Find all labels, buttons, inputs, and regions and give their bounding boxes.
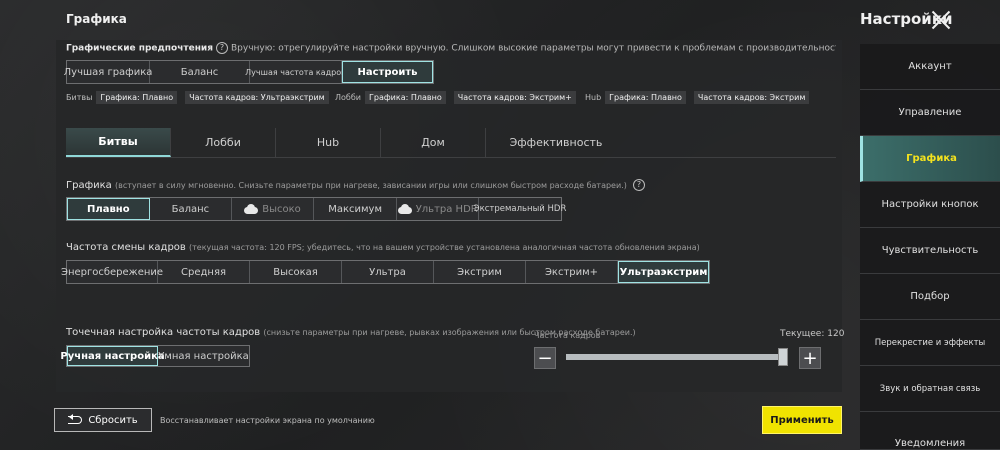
summary-hub-fps: Частота кадров: Экстрим bbox=[693, 91, 810, 104]
increase-button[interactable]: + bbox=[799, 347, 821, 369]
cloud-download-icon bbox=[397, 204, 412, 214]
undo-icon bbox=[68, 414, 83, 424]
page-title: Графика bbox=[66, 12, 127, 26]
fine-tune-label: Точечная настройка частоты кадров bbox=[66, 327, 261, 338]
fps-selector: Энергосбережение Средняя Высокая Ультра … bbox=[61, 260, 710, 284]
graphics-label: Графика bbox=[66, 180, 112, 191]
fps-hint: (текущая частота: 120 FPS; убедитесь, чт… bbox=[189, 243, 700, 252]
fps-slider-thumb[interactable] bbox=[778, 348, 788, 366]
graphics-option-max[interactable]: Максимум bbox=[314, 198, 398, 220]
reset-label: Сбросить bbox=[88, 414, 138, 426]
sidebar-item-controls[interactable]: Управление bbox=[860, 90, 1000, 136]
fps-option-extreme[interactable]: Экстрим bbox=[434, 261, 526, 283]
summary-hub: Hub Графика: Плавно Частота кадров: Экст… bbox=[585, 91, 810, 104]
preset-option-best-fps[interactable]: Лучшая частота кадров bbox=[245, 61, 346, 83]
graphics-option-balance[interactable]: Баланс bbox=[150, 198, 233, 220]
fps-section-label: Частота смены кадров (текущая частота: 1… bbox=[66, 242, 700, 253]
sidebar-item-matchmaking[interactable]: Подбор bbox=[860, 274, 1000, 320]
cloud-download-icon bbox=[244, 204, 259, 214]
settings-sidebar: Аккаунт Управление Графика Настройки кно… bbox=[860, 44, 1000, 450]
graphics-section-label: Графика (вступает в силу мгновенно. Сниз… bbox=[66, 179, 648, 191]
tab-hub[interactable]: Hub bbox=[276, 128, 381, 157]
fine-tune-option-manual[interactable]: Ручная настройка bbox=[60, 346, 165, 366]
fps-slider-track[interactable] bbox=[566, 348, 788, 366]
summary-lobby: Лобби Графика: Плавно Частота кадров: Эк… bbox=[335, 91, 576, 104]
summary-lobby-graphics: Графика: Плавно bbox=[364, 91, 446, 104]
graphics-hint: (вступает в силу мгновенно. Снизьте пара… bbox=[114, 181, 627, 190]
fps-option-medium[interactable]: Средняя bbox=[158, 261, 250, 283]
preset-option-custom[interactable]: Настроить bbox=[342, 61, 433, 83]
help-icon[interactable]: ? bbox=[633, 179, 646, 191]
summary-lobby-label: Лобби bbox=[335, 93, 361, 102]
tab-lobby[interactable]: Лобби bbox=[171, 128, 276, 157]
fine-tune-mode-selector: Ручная настройка Умная настройка bbox=[60, 345, 250, 367]
decrease-button[interactable]: − bbox=[534, 347, 556, 369]
summary-lobby-fps: Частота кадров: Экстрим+ bbox=[453, 91, 576, 104]
summary-hub-label: Hub bbox=[585, 93, 602, 102]
graphics-option-smooth[interactable]: Плавно bbox=[67, 198, 150, 220]
summary-battles-fps: Частота кадров: Ультраэкстрим bbox=[185, 91, 329, 104]
slider-current-value: Текущее: 120 bbox=[780, 329, 845, 339]
tab-efficiency[interactable]: Эффективность bbox=[486, 128, 626, 157]
mode-tabs: Битвы Лобби Hub Дом Эффективность bbox=[66, 128, 836, 158]
summary-battles: Битвы Графика: Плавно Частота кадров: Ул… bbox=[66, 91, 329, 104]
close-icon[interactable] bbox=[929, 8, 953, 32]
sidebar-item-account[interactable]: Аккаунт bbox=[860, 44, 1000, 90]
fps-option-extreme-plus[interactable]: Экстрим+ bbox=[526, 261, 618, 283]
fps-option-ultra[interactable]: Ультра bbox=[342, 261, 434, 283]
graphics-option-extreme-hdr[interactable]: Экстремальный HDR bbox=[474, 198, 567, 220]
fps-option-power-saving[interactable]: Энергосбережение bbox=[61, 261, 163, 283]
graphics-option-high-label: Высоко bbox=[262, 203, 301, 215]
graphics-option-high[interactable]: Высоко bbox=[232, 198, 314, 220]
graphics-option-ultra-hdr[interactable]: Ультра HDR bbox=[397, 198, 480, 220]
graphics-option-ultra-hdr-label: Ультра HDR bbox=[415, 203, 478, 215]
sidebar-item-button-settings[interactable]: Настройки кнопок bbox=[860, 182, 1000, 228]
fps-label: Частота смены кадров bbox=[66, 242, 186, 253]
fps-slider-fill bbox=[566, 354, 783, 360]
tab-battles[interactable]: Битвы bbox=[66, 128, 171, 157]
apply-button[interactable]: Применить bbox=[762, 406, 842, 434]
fine-tune-option-smart[interactable]: Умная настройка bbox=[158, 346, 249, 366]
preset-option-balance[interactable]: Баланс bbox=[150, 61, 250, 83]
help-icon[interactable]: ? bbox=[216, 42, 228, 54]
sidebar-item-graphics[interactable]: Графика bbox=[860, 136, 1000, 182]
reset-description: Восстанавливает настройки экрана по умол… bbox=[160, 416, 375, 425]
summary-battles-graphics: Графика: Плавно bbox=[96, 91, 178, 104]
preset-option-best-graphics[interactable]: Лучшая графика bbox=[64, 61, 152, 83]
preset-selector: Лучшая графика Баланс Лучшая частота кад… bbox=[64, 60, 434, 84]
sidebar-item-notifications[interactable]: Уведомления bbox=[860, 412, 1000, 450]
sidebar-item-audio[interactable]: Звук и обратная связь bbox=[860, 366, 1000, 412]
preferences-hint: Вручную: отрегулируйте настройки вручную… bbox=[231, 43, 836, 54]
slider-label: Частота кадров bbox=[534, 331, 601, 340]
sidebar-item-sensitivity[interactable]: Чувствительность bbox=[860, 228, 1000, 274]
fps-option-ultra-extreme[interactable]: Ультраэкстрим bbox=[618, 261, 709, 283]
sidebar-item-crosshair[interactable]: Перекрестие и эффекты bbox=[860, 320, 1000, 366]
preferences-description: Графические предпочтения? Вручную: отрегу… bbox=[66, 42, 836, 56]
summary-battles-label: Битвы bbox=[66, 93, 93, 102]
fps-option-high[interactable]: Высокая bbox=[250, 261, 342, 283]
graphics-selector: Плавно Баланс Высоко Максимум Ультра HDR… bbox=[66, 197, 567, 221]
preferences-title: Графические предпочтения bbox=[66, 43, 213, 54]
summary-hub-graphics: Графика: Плавно bbox=[605, 91, 686, 104]
reset-button[interactable]: Сбросить bbox=[54, 408, 152, 432]
tab-home[interactable]: Дом bbox=[381, 128, 486, 157]
